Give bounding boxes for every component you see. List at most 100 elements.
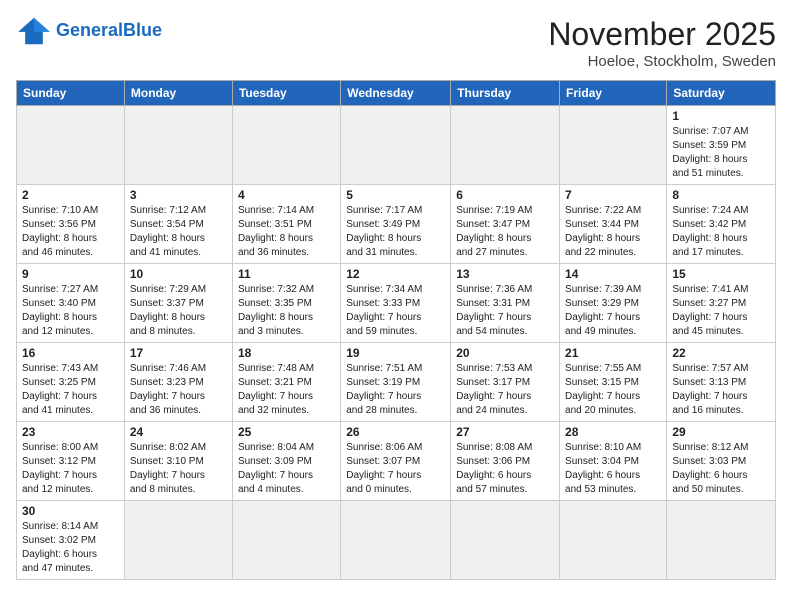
- calendar-cell: 20 Sunrise: 7:53 AM Sunset: 3:17 PM Dayli…: [451, 343, 560, 422]
- calendar-cell: 13 Sunrise: 7:36 AM Sunset: 3:31 PM Dayli…: [451, 264, 560, 343]
- calendar-cell: 3Sunrise: 7:12 AM Sunset: 3:54 PM Daylig…: [124, 185, 232, 264]
- calendar-cell: 6 Sunrise: 7:19 AM Sunset: 3:47 PM Daylig…: [451, 185, 560, 264]
- calendar-cell: 24 Sunrise: 8:02 AM Sunset: 3:10 PM Dayli…: [124, 422, 232, 501]
- calendar-cell: 17 Sunrise: 7:46 AM Sunset: 3:23 PM Dayli…: [124, 343, 232, 422]
- col-wednesday: Wednesday: [341, 81, 451, 106]
- day-info: Sunrise: 7:43 AM Sunset: 3:25 PM Dayligh…: [22, 362, 119, 418]
- day-number: 13: [456, 267, 554, 281]
- day-number: 9: [22, 267, 119, 281]
- header: GeneralBlue November 2025 Hoeloe, Stockh…: [16, 16, 776, 70]
- calendar-week-row: 9 Sunrise: 7:27 AM Sunset: 3:40 PM Daylig…: [17, 264, 776, 343]
- col-saturday: Saturday: [667, 81, 776, 106]
- calendar-cell: 11 Sunrise: 7:32 AM Sunset: 3:35 PM Dayli…: [232, 264, 340, 343]
- day-number: 11: [238, 267, 335, 281]
- calendar-cell: 29 Sunrise: 8:12 AM Sunset: 3:03 PM Dayli…: [667, 422, 776, 501]
- day-number: 19: [346, 346, 445, 360]
- day-number: 30: [22, 504, 119, 518]
- calendar-cell: [667, 501, 776, 580]
- calendar-cell: 22Sunrise: 7:57 AM Sunset: 3:13 PM Dayli…: [667, 343, 776, 422]
- logo: GeneralBlue: [16, 16, 162, 46]
- day-info: Sunrise: 8:02 AM Sunset: 3:10 PM Dayligh…: [130, 441, 227, 497]
- calendar-header-row: Sunday Monday Tuesday Wednesday Thursday…: [17, 81, 776, 106]
- col-tuesday: Tuesday: [232, 81, 340, 106]
- day-info: Sunrise: 7:19 AM Sunset: 3:47 PM Dayligh…: [456, 204, 554, 260]
- col-friday: Friday: [560, 81, 667, 106]
- calendar-cell: 7Sunrise: 7:22 AM Sunset: 3:44 PM Daylig…: [560, 185, 667, 264]
- day-number: 18: [238, 346, 335, 360]
- calendar-cell: 8 Sunrise: 7:24 AM Sunset: 3:42 PM Daylig…: [667, 185, 776, 264]
- day-info: Sunrise: 8:10 AM Sunset: 3:04 PM Dayligh…: [565, 441, 661, 497]
- day-info: Sunrise: 7:55 AM Sunset: 3:15 PM Dayligh…: [565, 362, 661, 418]
- calendar-cell: [17, 106, 125, 185]
- day-number: 24: [130, 425, 227, 439]
- calendar-cell: 1Sunrise: 7:07 AM Sunset: 3:59 PM Daylig…: [667, 106, 776, 185]
- day-number: 22: [672, 346, 770, 360]
- calendar-week-row: 23Sunrise: 8:00 AM Sunset: 3:12 PM Dayli…: [17, 422, 776, 501]
- calendar-cell: [451, 501, 560, 580]
- col-thursday: Thursday: [451, 81, 560, 106]
- calendar-cell: 2Sunrise: 7:10 AM Sunset: 3:56 PM Daylig…: [17, 185, 125, 264]
- day-number: 16: [22, 346, 119, 360]
- calendar-week-row: 1Sunrise: 7:07 AM Sunset: 3:59 PM Daylig…: [17, 106, 776, 185]
- col-monday: Monday: [124, 81, 232, 106]
- day-info: Sunrise: 7:36 AM Sunset: 3:31 PM Dayligh…: [456, 283, 554, 339]
- calendar-cell: 16 Sunrise: 7:43 AM Sunset: 3:25 PM Dayli…: [17, 343, 125, 422]
- day-number: 26: [346, 425, 445, 439]
- calendar-cell: [232, 501, 340, 580]
- logo-blue: Blue: [123, 20, 162, 40]
- day-info: Sunrise: 7:27 AM Sunset: 3:40 PM Dayligh…: [22, 283, 119, 339]
- calendar-cell: 5Sunrise: 7:17 AM Sunset: 3:49 PM Daylig…: [341, 185, 451, 264]
- day-info: Sunrise: 7:48 AM Sunset: 3:21 PM Dayligh…: [238, 362, 335, 418]
- calendar-cell: 25Sunrise: 8:04 AM Sunset: 3:09 PM Dayli…: [232, 422, 340, 501]
- page: GeneralBlue November 2025 Hoeloe, Stockh…: [0, 0, 792, 588]
- calendar-cell: [341, 106, 451, 185]
- day-number: 20: [456, 346, 554, 360]
- day-info: Sunrise: 7:46 AM Sunset: 3:23 PM Dayligh…: [130, 362, 227, 418]
- day-number: 28: [565, 425, 661, 439]
- day-number: 27: [456, 425, 554, 439]
- calendar-cell: 12Sunrise: 7:34 AM Sunset: 3:33 PM Dayli…: [341, 264, 451, 343]
- calendar-cell: 9 Sunrise: 7:27 AM Sunset: 3:40 PM Daylig…: [17, 264, 125, 343]
- day-info: Sunrise: 7:32 AM Sunset: 3:35 PM Dayligh…: [238, 283, 335, 339]
- day-number: 14: [565, 267, 661, 281]
- title-block: November 2025 Hoeloe, Stockholm, Sweden: [548, 16, 776, 70]
- day-info: Sunrise: 7:53 AM Sunset: 3:17 PM Dayligh…: [456, 362, 554, 418]
- calendar-cell: 15Sunrise: 7:41 AM Sunset: 3:27 PM Dayli…: [667, 264, 776, 343]
- day-number: 4: [238, 188, 335, 202]
- location: Hoeloe, Stockholm, Sweden: [548, 53, 776, 70]
- day-number: 6: [456, 188, 554, 202]
- day-info: Sunrise: 7:41 AM Sunset: 3:27 PM Dayligh…: [672, 283, 770, 339]
- day-number: 10: [130, 267, 227, 281]
- col-sunday: Sunday: [17, 81, 125, 106]
- day-info: Sunrise: 8:06 AM Sunset: 3:07 PM Dayligh…: [346, 441, 445, 497]
- day-info: Sunrise: 8:12 AM Sunset: 3:03 PM Dayligh…: [672, 441, 770, 497]
- day-info: Sunrise: 7:22 AM Sunset: 3:44 PM Dayligh…: [565, 204, 661, 260]
- calendar-cell: [341, 501, 451, 580]
- day-number: 3: [130, 188, 227, 202]
- day-info: Sunrise: 8:04 AM Sunset: 3:09 PM Dayligh…: [238, 441, 335, 497]
- day-number: 2: [22, 188, 119, 202]
- day-number: 8: [672, 188, 770, 202]
- calendar-cell: 26 Sunrise: 8:06 AM Sunset: 3:07 PM Dayli…: [341, 422, 451, 501]
- day-info: Sunrise: 8:14 AM Sunset: 3:02 PM Dayligh…: [22, 520, 119, 576]
- calendar-cell: 19 Sunrise: 7:51 AM Sunset: 3:19 PM Dayli…: [341, 343, 451, 422]
- calendar-cell: 30 Sunrise: 8:14 AM Sunset: 3:02 PM Dayli…: [17, 501, 125, 580]
- calendar-cell: 10Sunrise: 7:29 AM Sunset: 3:37 PM Dayli…: [124, 264, 232, 343]
- logo-icon: [16, 16, 52, 46]
- day-info: Sunrise: 7:39 AM Sunset: 3:29 PM Dayligh…: [565, 283, 661, 339]
- day-info: Sunrise: 7:07 AM Sunset: 3:59 PM Dayligh…: [672, 125, 770, 181]
- calendar-cell: [560, 501, 667, 580]
- day-number: 5: [346, 188, 445, 202]
- day-info: Sunrise: 7:24 AM Sunset: 3:42 PM Dayligh…: [672, 204, 770, 260]
- day-info: Sunrise: 7:51 AM Sunset: 3:19 PM Dayligh…: [346, 362, 445, 418]
- calendar-cell: [124, 501, 232, 580]
- logo-text: GeneralBlue: [56, 21, 162, 41]
- day-number: 17: [130, 346, 227, 360]
- day-info: Sunrise: 8:08 AM Sunset: 3:06 PM Dayligh…: [456, 441, 554, 497]
- calendar-cell: 21Sunrise: 7:55 AM Sunset: 3:15 PM Dayli…: [560, 343, 667, 422]
- day-number: 29: [672, 425, 770, 439]
- calendar-cell: [124, 106, 232, 185]
- calendar-cell: 23Sunrise: 8:00 AM Sunset: 3:12 PM Dayli…: [17, 422, 125, 501]
- day-info: Sunrise: 8:00 AM Sunset: 3:12 PM Dayligh…: [22, 441, 119, 497]
- calendar-cell: [451, 106, 560, 185]
